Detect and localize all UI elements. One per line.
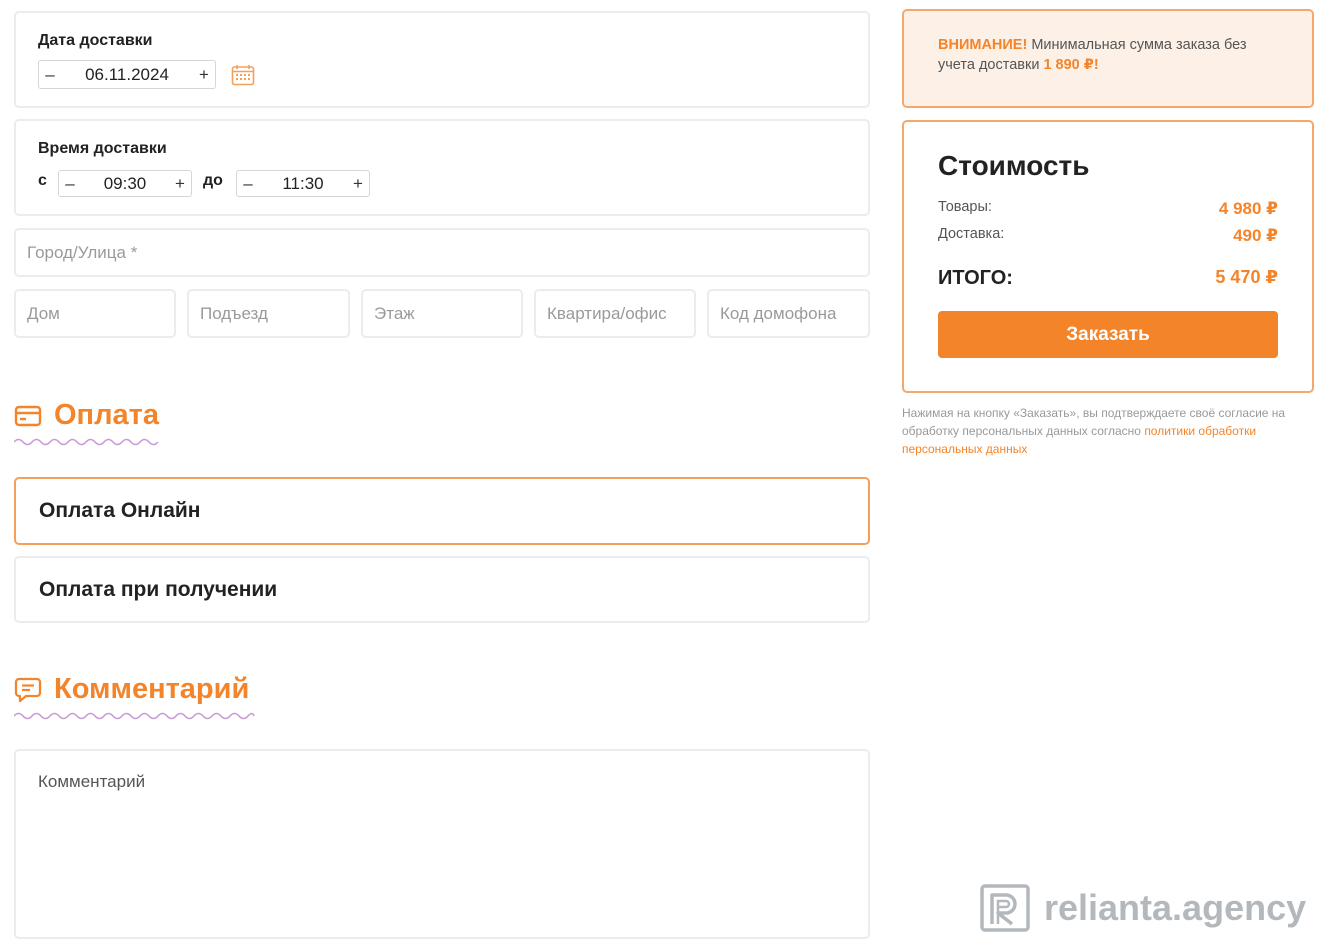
time-from-decrement-button[interactable]: – — [59, 171, 81, 197]
min-order-warning: ВНИМАНИЕ! Минимальная сумма заказа без у… — [902, 9, 1314, 108]
time-from-value[interactable]: 09:30 — [81, 174, 169, 194]
floor-input[interactable]: Этаж — [361, 289, 523, 338]
delivery-value: 490 ₽ — [1233, 226, 1278, 245]
time-from-stepper[interactable]: – 09:30 + — [58, 170, 192, 197]
goods-label: Товары: — [938, 199, 992, 215]
chat-bubble-icon — [14, 677, 42, 702]
relianta-logo-icon — [980, 884, 1030, 932]
delivery-time-card: Время доставки с – 09:30 + до – 11:30 + — [14, 119, 870, 216]
delivery-date-card: Дата доставки – 06.11.2024 + — [14, 11, 870, 108]
watermark: relianta.agency — [980, 884, 1306, 932]
house-input[interactable]: Дом — [14, 289, 176, 338]
goods-row: Товары: 4 980 ₽ — [938, 199, 1278, 219]
calendar-icon[interactable] — [231, 64, 255, 86]
date-decrement-button[interactable]: – — [39, 62, 61, 88]
intercom-input[interactable]: Код домофона — [707, 289, 870, 338]
comment-section-title: Комментарий — [14, 673, 249, 706]
time-from-increment-button[interactable]: + — [169, 171, 191, 197]
time-to-stepper[interactable]: – 11:30 + — [236, 170, 370, 197]
comment-title-text: Комментарий — [54, 673, 250, 705]
apartment-input[interactable]: Квартира/офис — [534, 289, 696, 338]
payment-option-on-delivery[interactable]: Оплата при получении — [14, 556, 870, 623]
comment-title-wave — [14, 712, 255, 720]
payment-title-wave — [14, 438, 159, 446]
watermark-text: relianta.agency — [1044, 887, 1307, 928]
delivery-row: Доставка: 490 ₽ — [938, 226, 1278, 246]
total-label: ИТОГО: — [938, 267, 1013, 289]
goods-value: 4 980 ₽ — [1218, 199, 1278, 218]
warning-prefix: ВНИМАНИЕ! — [938, 37, 1028, 53]
entrance-input[interactable]: Подъезд — [187, 289, 350, 338]
delivery-label: Доставка: — [938, 226, 1005, 242]
total-value: 5 470 ₽ — [1215, 267, 1278, 287]
payment-title-text: Оплата — [54, 399, 159, 431]
comment-textarea[interactable]: Комментарий — [14, 749, 870, 939]
time-to-decrement-button[interactable]: – — [237, 171, 259, 197]
delivery-time-label: Время доставки — [38, 140, 167, 157]
comment-placeholder: Комментарий — [38, 772, 146, 791]
delivery-date-stepper[interactable]: – 06.11.2024 + — [38, 60, 216, 89]
street-input[interactable]: Город/Улица * — [14, 228, 870, 277]
date-value[interactable]: 06.11.2024 — [61, 65, 193, 85]
date-increment-button[interactable]: + — [193, 62, 215, 88]
payment-option-online[interactable]: Оплата Онлайн — [14, 477, 870, 545]
warning-amount: 1 890 ₽! — [1043, 57, 1099, 73]
consent-note: Нажимая на кнопку «Заказать», вы подтвер… — [902, 404, 1314, 458]
order-button[interactable]: Заказать — [938, 311, 1278, 358]
credit-card-icon — [14, 405, 42, 426]
time-to-label: до — [203, 172, 223, 189]
time-to-increment-button[interactable]: + — [347, 171, 369, 197]
cost-card: Стоимость Товары: 4 980 ₽ Доставка: 490 … — [902, 120, 1314, 393]
total-row: ИТОГО: 5 470 ₽ — [938, 267, 1278, 290]
time-from-label: с — [38, 172, 47, 189]
cost-title: Стоимость — [938, 150, 1090, 181]
payment-section-title: Оплата — [14, 399, 159, 432]
delivery-date-label: Дата доставки — [38, 32, 153, 49]
time-to-value[interactable]: 11:30 — [259, 174, 347, 194]
